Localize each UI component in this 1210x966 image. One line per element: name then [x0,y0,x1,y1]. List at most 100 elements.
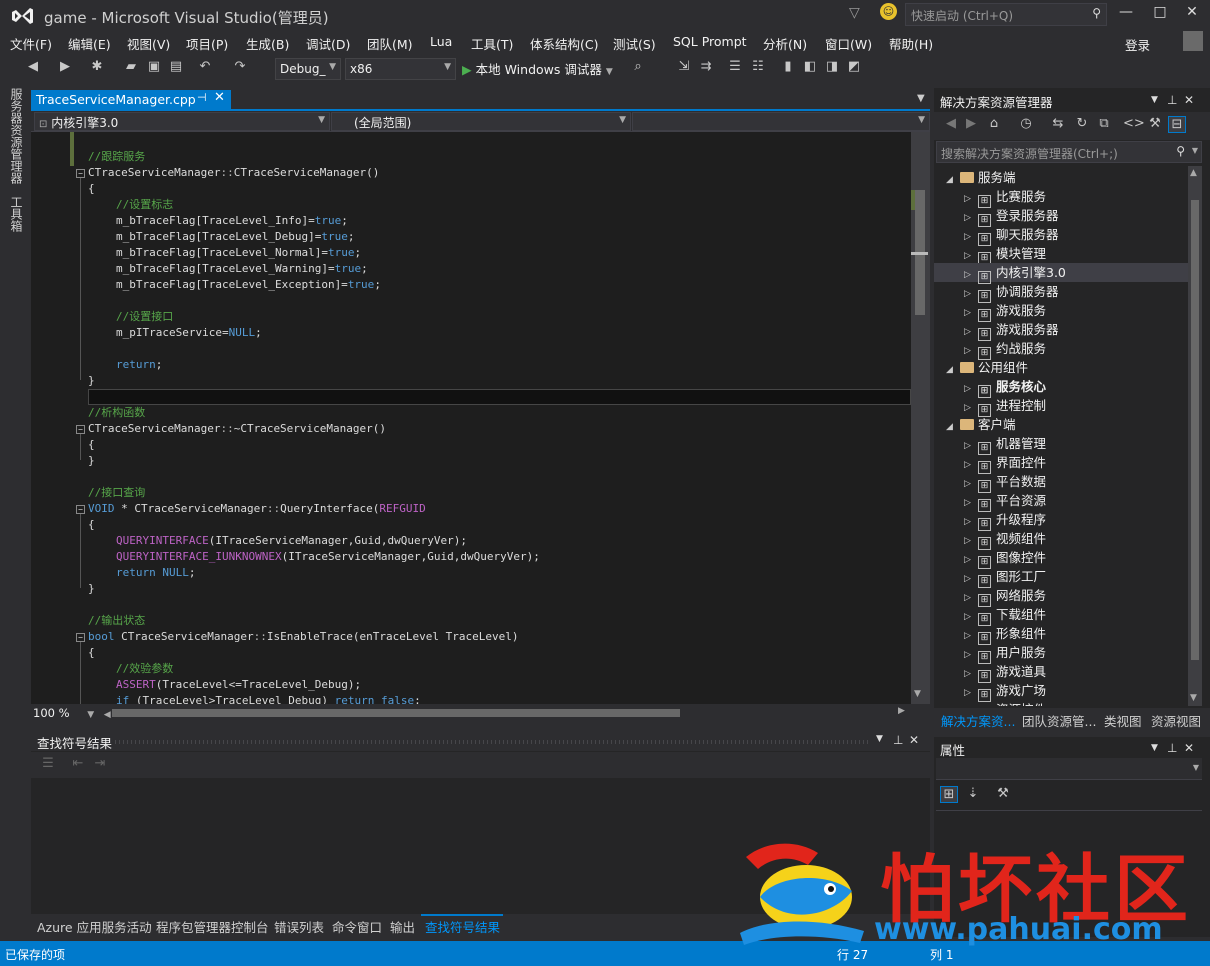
next-result-icon[interactable]: ⇥ [91,756,109,771]
tab-command-window[interactable]: 命令窗口 [332,917,382,936]
menu-file[interactable]: 文件(F) [10,34,52,53]
start-debugging-button[interactable]: ▶ 本地 Windows 调试器 ▼ [462,59,613,78]
toolbox-tab[interactable]: 工具箱 [8,196,25,232]
comment-icon[interactable]: ☰ [726,59,744,74]
panel-pin-icon[interactable]: ⊥ [1167,93,1177,107]
tree-item[interactable]: ▷ ⊞ 下载组件 [934,605,1188,626]
tree-item[interactable]: ▷ ⊞ 登录服务器 [934,206,1188,227]
uncomment-icon[interactable]: ☷ [749,59,767,74]
minimize-button[interactable]: — [1115,4,1137,24]
tab-list-dropdown-icon[interactable]: ▼ [917,93,925,104]
solution-search-input[interactable]: 搜索解决方案资源管理器(Ctrl+;) ⚲ ▼ [936,141,1202,163]
tab-resource-view[interactable]: 资源视图 [1151,711,1201,730]
new-project-icon[interactable]: ✱ [88,59,106,74]
feedback-smiley-icon[interactable]: ☺ [880,3,897,20]
login-link[interactable]: 登录 [1125,35,1150,54]
close-tab-icon[interactable]: ✕ [214,90,225,105]
tab-class-view[interactable]: 类视图 [1104,711,1142,730]
collapse-toggle[interactable]: − [76,633,85,642]
alphabetical-icon[interactable]: ⇣ [964,786,982,801]
pending-changes-icon[interactable]: ◷ [1017,116,1035,131]
open-file-icon[interactable]: ▰ [122,59,140,74]
panel-dropdown-icon[interactable]: ▼ [1151,95,1158,105]
menu-help[interactable]: 帮助(H) [889,34,933,53]
menu-edit[interactable]: 编辑(E) [68,34,111,53]
forward-icon[interactable]: ▶ [56,59,74,74]
clear-bookmarks-icon[interactable]: ◩ [845,59,863,74]
collapse-toggle[interactable]: − [76,505,85,514]
menu-view[interactable]: 视图(V) [127,34,170,53]
menu-architecture[interactable]: 体系结构(C) [530,34,598,53]
tree-item[interactable]: ▷ ⊞ 平台资源 [934,491,1188,512]
tab-output[interactable]: 输出 [390,917,415,936]
menu-project[interactable]: 项目(P) [186,34,228,53]
panel-dropdown-icon[interactable]: ▼ [1151,743,1158,753]
notification-filter-icon[interactable]: ▽ [849,5,860,21]
panel-close-icon[interactable]: ✕ [1184,93,1194,107]
project-scope-select[interactable]: ⊡ 内核引擎3.0 ▼ [34,112,330,131]
code-editor[interactable]: //跟踪服务 CTraceServiceManager::CTraceServic… [31,132,911,704]
preview-selected-icon[interactable]: ⊟ [1168,116,1186,133]
tree-item[interactable]: ▷ ⊞ 升级程序 [934,510,1188,531]
panel-dropdown-icon[interactable]: ▼ [876,734,883,744]
collapse-toggle[interactable]: − [76,425,85,434]
tab-error-list[interactable]: 错误列表 [274,917,324,936]
tab-package-manager[interactable]: 程序包管理器控制台 [156,917,269,936]
menu-analyze[interactable]: 分析(N) [763,34,807,53]
tree-item[interactable]: ▷ ⊞ 协调服务器 [934,282,1188,303]
solution-config-select[interactable]: Debug_ ▼ [275,58,341,80]
tree-item[interactable]: ▷ ⊞ 网络服务 [934,586,1188,607]
scroll-up-icon[interactable]: ▲ [1190,168,1197,178]
categorized-icon[interactable]: ⊞ [940,786,958,803]
document-tab[interactable]: TraceServiceManager.cpp ⊣ ✕ [31,90,231,110]
tree-item[interactable]: ▷ ⊞ 游戏服务 [934,301,1188,322]
quick-launch-input[interactable]: 快速启动 (Ctrl+Q) ⚲ [905,3,1107,26]
scroll-left-icon[interactable]: ◀ [104,710,111,720]
properties-wrench-icon[interactable]: ⚒ [1146,116,1164,131]
collapse-all-icon[interactable]: ⧉ [1095,116,1113,131]
tree-item[interactable]: ▷ ⊞ 机器管理 [934,434,1188,455]
menu-tools[interactable]: 工具(T) [471,34,513,53]
tree-item[interactable]: ▷ ⊞ 模块管理 [934,244,1188,265]
tab-team-explorer[interactable]: 团队资源管... [1022,711,1096,730]
tree-item[interactable]: ◢ 客户端 [934,415,1188,434]
panel-close-icon[interactable]: ✕ [909,733,919,747]
close-window-button[interactable]: ✕ [1181,4,1203,24]
step-into-icon[interactable]: ⇲ [675,59,693,74]
tree-item[interactable]: ▷ ⊞ 游戏广场 [934,681,1188,702]
panel-pin-icon[interactable]: ⊥ [893,733,903,747]
forward-icon[interactable]: ▶ [962,116,980,131]
scroll-right-icon[interactable]: ▶ [898,706,905,716]
platform-select[interactable]: x86 ▼ [345,58,456,80]
home-icon[interactable]: ⌂ [985,116,1003,131]
tree-item[interactable]: ▷ ⊞ 平台数据 [934,472,1188,493]
tree-item[interactable]: ▷ ⊞ 图形工厂 [934,567,1188,588]
view-code-icon[interactable]: <> [1123,116,1145,131]
back-icon[interactable]: ◀ [24,59,42,74]
zoom-level[interactable]: 100 % ▼ ◀ [33,706,111,720]
menu-test[interactable]: 测试(S) [613,34,656,53]
tree-item[interactable]: ▷ ⊞ 比赛服务 [934,187,1188,208]
menu-sql-prompt[interactable]: SQL Prompt [673,34,747,49]
tree-item[interactable]: ▷ ⊞ 形象组件 [934,624,1188,645]
sync-icon[interactable]: ⇆ [1049,116,1067,131]
redo-icon[interactable]: ↷ [231,59,249,74]
tree-item[interactable]: ▷⊞资源控件 [934,700,1188,706]
tab-azure-activity[interactable]: Azure 应用服务活动 [37,917,152,936]
back-icon[interactable]: ◀ [942,116,960,131]
tree-item[interactable]: ▷ ⊞ 游戏道具 [934,662,1188,683]
horizontal-scroll-thumb[interactable] [112,709,680,717]
property-pages-wrench-icon[interactable]: ⚒ [994,786,1012,801]
bookmark-icon[interactable]: ▮ [779,59,797,74]
prev-result-icon[interactable]: ⇤ [69,756,87,771]
tree-scroll-thumb[interactable] [1191,200,1199,660]
tree-item[interactable]: ◢ 服务端 [934,168,1188,187]
tree-item[interactable]: ▷ ⊞ 内核引擎3.0 [934,263,1188,284]
undo-icon[interactable]: ↶ [196,59,214,74]
save-icon[interactable]: ▣ [145,59,163,74]
tree-item[interactable]: ◢ 公用组件 [934,358,1188,377]
tree-item[interactable]: ▷ ⊞ 用户服务 [934,643,1188,664]
tree-item[interactable]: ▷ ⊞ 视频组件 [934,529,1188,550]
account-icon[interactable] [1183,31,1203,51]
maximize-button[interactable]: □ [1149,4,1171,24]
